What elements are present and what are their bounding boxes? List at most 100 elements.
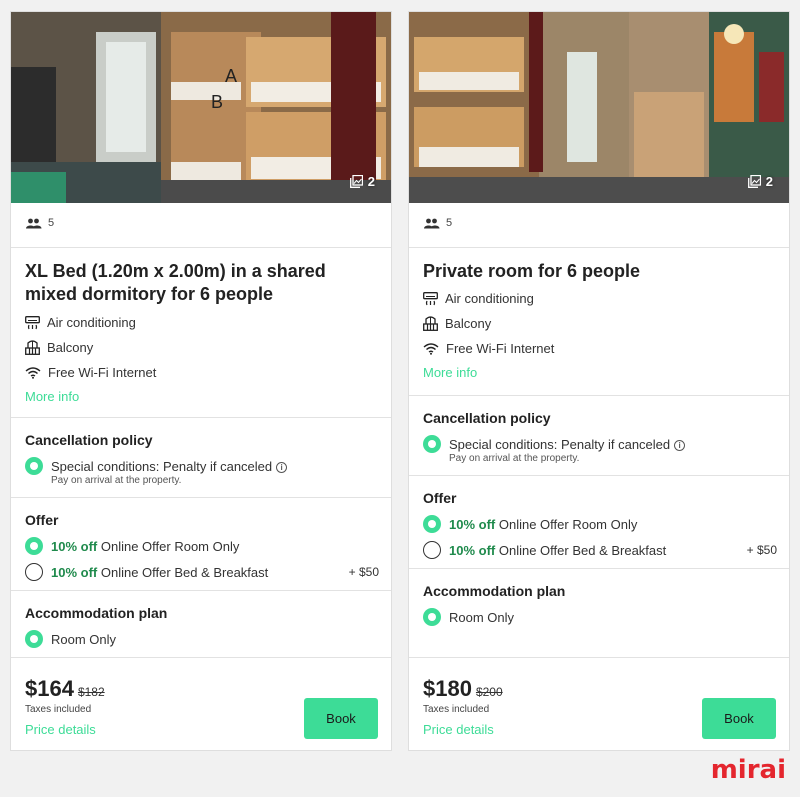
cancellation-option[interactable]: Special conditions: Penalty if canceled i bbox=[409, 431, 789, 457]
offer-extra-price: + $50 bbox=[746, 543, 777, 557]
offer-label: Online Offer Room Only bbox=[498, 516, 638, 532]
feature-label: Balcony bbox=[445, 316, 492, 331]
room-photo[interactable]: A B 2 bbox=[11, 12, 391, 203]
plan-option-label: Room Only bbox=[449, 609, 515, 625]
old-price: $200 bbox=[475, 685, 503, 699]
offer-title: Offer bbox=[423, 490, 457, 506]
offer-extra-price: + $50 bbox=[348, 565, 379, 579]
photo-count: 2 bbox=[765, 174, 773, 189]
room-photo-image bbox=[409, 12, 789, 203]
offer-label: Online Offer Bed & Breakfast bbox=[100, 564, 269, 580]
room-title: XL Bed (1.20m x 2.00m) in a shared mixed… bbox=[11, 260, 391, 306]
offer-section: Offer 10% off Online Offer Room Only 10%… bbox=[409, 475, 789, 568]
room-title-line: XL Bed (1.20m x 2.00m) in a shared bbox=[25, 261, 326, 281]
book-button[interactable]: Book bbox=[702, 698, 776, 739]
radio-selected[interactable] bbox=[25, 457, 43, 475]
photo-count: 2 bbox=[367, 174, 375, 189]
cancellation-section: Cancellation policy Special conditions: … bbox=[11, 417, 391, 497]
photo-count-badge[interactable]: 2 bbox=[349, 174, 375, 189]
more-info-link[interactable]: More info bbox=[409, 365, 477, 380]
feature-air-conditioning: Air conditioning bbox=[409, 286, 789, 311]
plan-option[interactable]: Room Only bbox=[409, 604, 789, 630]
offer-option[interactable]: 10% off Online Offer Bed & Breakfast + $… bbox=[11, 559, 391, 585]
radio-selected[interactable] bbox=[423, 435, 441, 453]
cancellation-option-label: Special conditions: Penalty if canceled bbox=[51, 458, 273, 474]
wifi-icon bbox=[423, 343, 439, 355]
price-section: $164 $182 Taxes included Price details Bo… bbox=[11, 657, 391, 751]
cancellation-title: Cancellation policy bbox=[423, 410, 551, 426]
price-section: $180 $200 Taxes included Price details Bo… bbox=[409, 657, 789, 751]
discount-label: 10% off bbox=[51, 564, 98, 580]
people-icon bbox=[424, 218, 440, 228]
room-title-line: Private room for 6 people bbox=[423, 261, 641, 281]
offer-title: Offer bbox=[25, 512, 59, 528]
room-title-line: mixed dormitory for 6 people bbox=[25, 284, 274, 304]
cancellation-option[interactable]: Special conditions: Penalty if canceled i bbox=[11, 453, 391, 479]
radio-selected[interactable] bbox=[423, 515, 441, 533]
price: $164 $182 bbox=[25, 676, 105, 702]
taxes-note: Taxes included bbox=[25, 704, 92, 715]
occupancy-count: 5 bbox=[446, 217, 453, 229]
feature-label: Air conditioning bbox=[47, 315, 136, 330]
brand-logo: mirai bbox=[710, 755, 786, 785]
room-photo-image: A B bbox=[11, 12, 391, 203]
offer-label: Online Offer Room Only bbox=[100, 538, 240, 554]
info-icon[interactable]: i bbox=[276, 461, 288, 473]
occupancy-row: 5 bbox=[11, 203, 391, 247]
plan-option[interactable]: Room Only bbox=[11, 626, 391, 652]
plan-title: Accommodation plan bbox=[423, 583, 566, 599]
current-price: $164 bbox=[25, 676, 74, 701]
accommodation-plan-section: Accommodation plan Room Only bbox=[409, 568, 789, 657]
discount-label: 10% off bbox=[51, 538, 98, 554]
cancellation-section: Cancellation policy Special conditions: … bbox=[409, 395, 789, 475]
radio-selected[interactable] bbox=[25, 537, 43, 555]
occupancy-row: 5 bbox=[409, 203, 789, 247]
room-card: 2 5 Private room for 6 people Air condit… bbox=[408, 11, 790, 751]
feature-balcony: Balcony bbox=[11, 335, 391, 360]
radio-selected[interactable] bbox=[25, 630, 43, 648]
price: $180 $200 bbox=[423, 676, 503, 702]
feature-wifi: Free Wi-Fi Internet bbox=[11, 360, 391, 385]
room-photo[interactable]: 2 bbox=[409, 12, 789, 203]
feature-label: Air conditioning bbox=[445, 291, 534, 306]
photo-count-badge[interactable]: 2 bbox=[747, 174, 773, 189]
current-price: $180 bbox=[423, 676, 472, 701]
price-details-link[interactable]: Price details bbox=[409, 722, 494, 737]
taxes-note: Taxes included bbox=[423, 704, 490, 715]
gallery-icon bbox=[747, 175, 761, 188]
feature-air-conditioning: Air conditioning bbox=[11, 310, 391, 335]
room-card: A B 2 5 XL Bed (1.20m x 2.00m) in a shar… bbox=[10, 11, 392, 751]
offer-option[interactable]: 10% off Online Offer Room Only bbox=[11, 533, 391, 559]
room-info-section: Private room for 6 people Air conditioni… bbox=[409, 247, 789, 395]
discount-label: 10% off bbox=[449, 542, 496, 558]
accommodation-plan-section: Accommodation plan Room Only bbox=[11, 590, 391, 657]
plan-title: Accommodation plan bbox=[25, 605, 168, 621]
radio-unselected[interactable] bbox=[423, 541, 441, 559]
offer-section: Offer 10% off Online Offer Room Only 10%… bbox=[11, 497, 391, 590]
room-title: Private room for 6 people bbox=[409, 260, 789, 283]
feature-label: Free Wi-Fi Internet bbox=[446, 341, 555, 356]
more-info-link[interactable]: More info bbox=[11, 389, 79, 404]
info-icon[interactable]: i bbox=[674, 439, 686, 451]
plan-option-label: Room Only bbox=[51, 631, 117, 647]
gallery-icon bbox=[349, 175, 363, 188]
cancellation-title: Cancellation policy bbox=[25, 432, 153, 448]
svg-text:B: B bbox=[211, 92, 223, 112]
air-conditioning-icon bbox=[423, 291, 438, 305]
radio-selected[interactable] bbox=[423, 608, 441, 626]
offer-option[interactable]: 10% off Online Offer Bed & Breakfast + $… bbox=[409, 537, 789, 563]
room-info-section: XL Bed (1.20m x 2.00m) in a shared mixed… bbox=[11, 247, 391, 417]
svg-text:A: A bbox=[225, 66, 237, 86]
feature-label: Balcony bbox=[47, 340, 94, 355]
old-price: $182 bbox=[77, 685, 105, 699]
wifi-icon bbox=[25, 367, 41, 379]
offer-option[interactable]: 10% off Online Offer Room Only bbox=[409, 511, 789, 537]
balcony-icon bbox=[25, 340, 40, 355]
radio-unselected[interactable] bbox=[25, 563, 43, 581]
balcony-icon bbox=[423, 316, 438, 331]
people-icon bbox=[26, 218, 42, 228]
occupancy-count: 5 bbox=[48, 217, 55, 229]
price-details-link[interactable]: Price details bbox=[11, 722, 96, 737]
book-button[interactable]: Book bbox=[304, 698, 378, 739]
discount-label: 10% off bbox=[449, 516, 496, 532]
